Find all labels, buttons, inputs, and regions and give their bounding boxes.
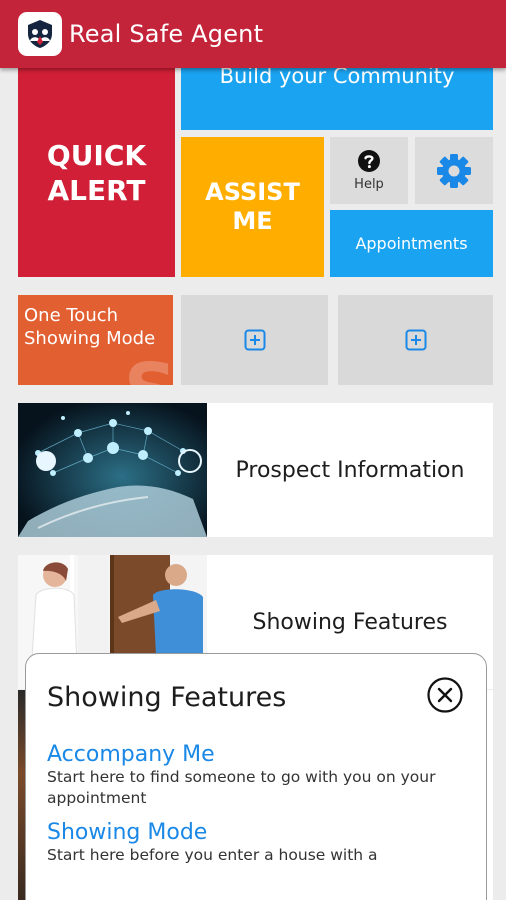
close-button[interactable] xyxy=(426,676,464,714)
assist-me-button[interactable]: ASSIST ME xyxy=(181,137,324,277)
add-shortcut-button-1[interactable] xyxy=(181,295,328,385)
question-circle-icon xyxy=(358,150,380,172)
quick-alert-button[interactable]: QUICK ALERT xyxy=(18,68,175,277)
assist-me-label-line2: ME xyxy=(232,207,273,235)
appointments-button[interactable]: Appointments xyxy=(330,210,493,277)
gear-icon xyxy=(437,153,471,188)
showing-features-popup: Showing Features Accompany Me Start here… xyxy=(25,653,487,900)
quick-alert-label-line2: ALERT xyxy=(47,173,146,207)
showing-features-label: Showing Features xyxy=(252,609,448,635)
showing-mode-description: Start here before you enter a house with… xyxy=(47,846,378,864)
app-logo-icon xyxy=(18,12,62,56)
close-circle-icon xyxy=(427,677,463,713)
assist-me-label-line1: ASSIST xyxy=(205,178,300,206)
app-bar: Real Safe Agent xyxy=(0,0,506,68)
prospect-information-label: Prospect Information xyxy=(235,457,465,483)
accompany-me-description: Start here to find someone to go with yo… xyxy=(47,768,436,807)
app-title: Real Safe Agent xyxy=(69,20,264,48)
plus-square-icon xyxy=(244,329,265,351)
build-community-button[interactable]: Build your Community xyxy=(181,64,493,130)
one-touch-showing-mode-button[interactable]: One Touch Showing Mode S xyxy=(18,295,173,385)
one-touch-label-line1: One Touch xyxy=(24,305,119,326)
network-hand-image xyxy=(18,403,207,537)
add-shortcut-button-2[interactable] xyxy=(338,295,493,385)
one-touch-label-line2: Showing Mode xyxy=(24,328,156,349)
prospect-information-card[interactable]: Prospect Information xyxy=(18,403,493,537)
plus-square-icon xyxy=(405,329,426,351)
decorative-s-watermark: S xyxy=(124,354,173,385)
appointments-label: Appointments xyxy=(355,234,468,253)
help-label: Help xyxy=(354,177,384,192)
showing-mode-link[interactable]: Showing Mode xyxy=(47,820,466,845)
settings-button[interactable] xyxy=(415,137,493,204)
help-button[interactable]: Help xyxy=(330,137,408,204)
accompany-me-link[interactable]: Accompany Me xyxy=(47,742,466,767)
quick-alert-label-line1: QUICK xyxy=(46,138,147,172)
partial-card-edge xyxy=(487,690,493,900)
popup-title: Showing Features xyxy=(47,682,287,713)
